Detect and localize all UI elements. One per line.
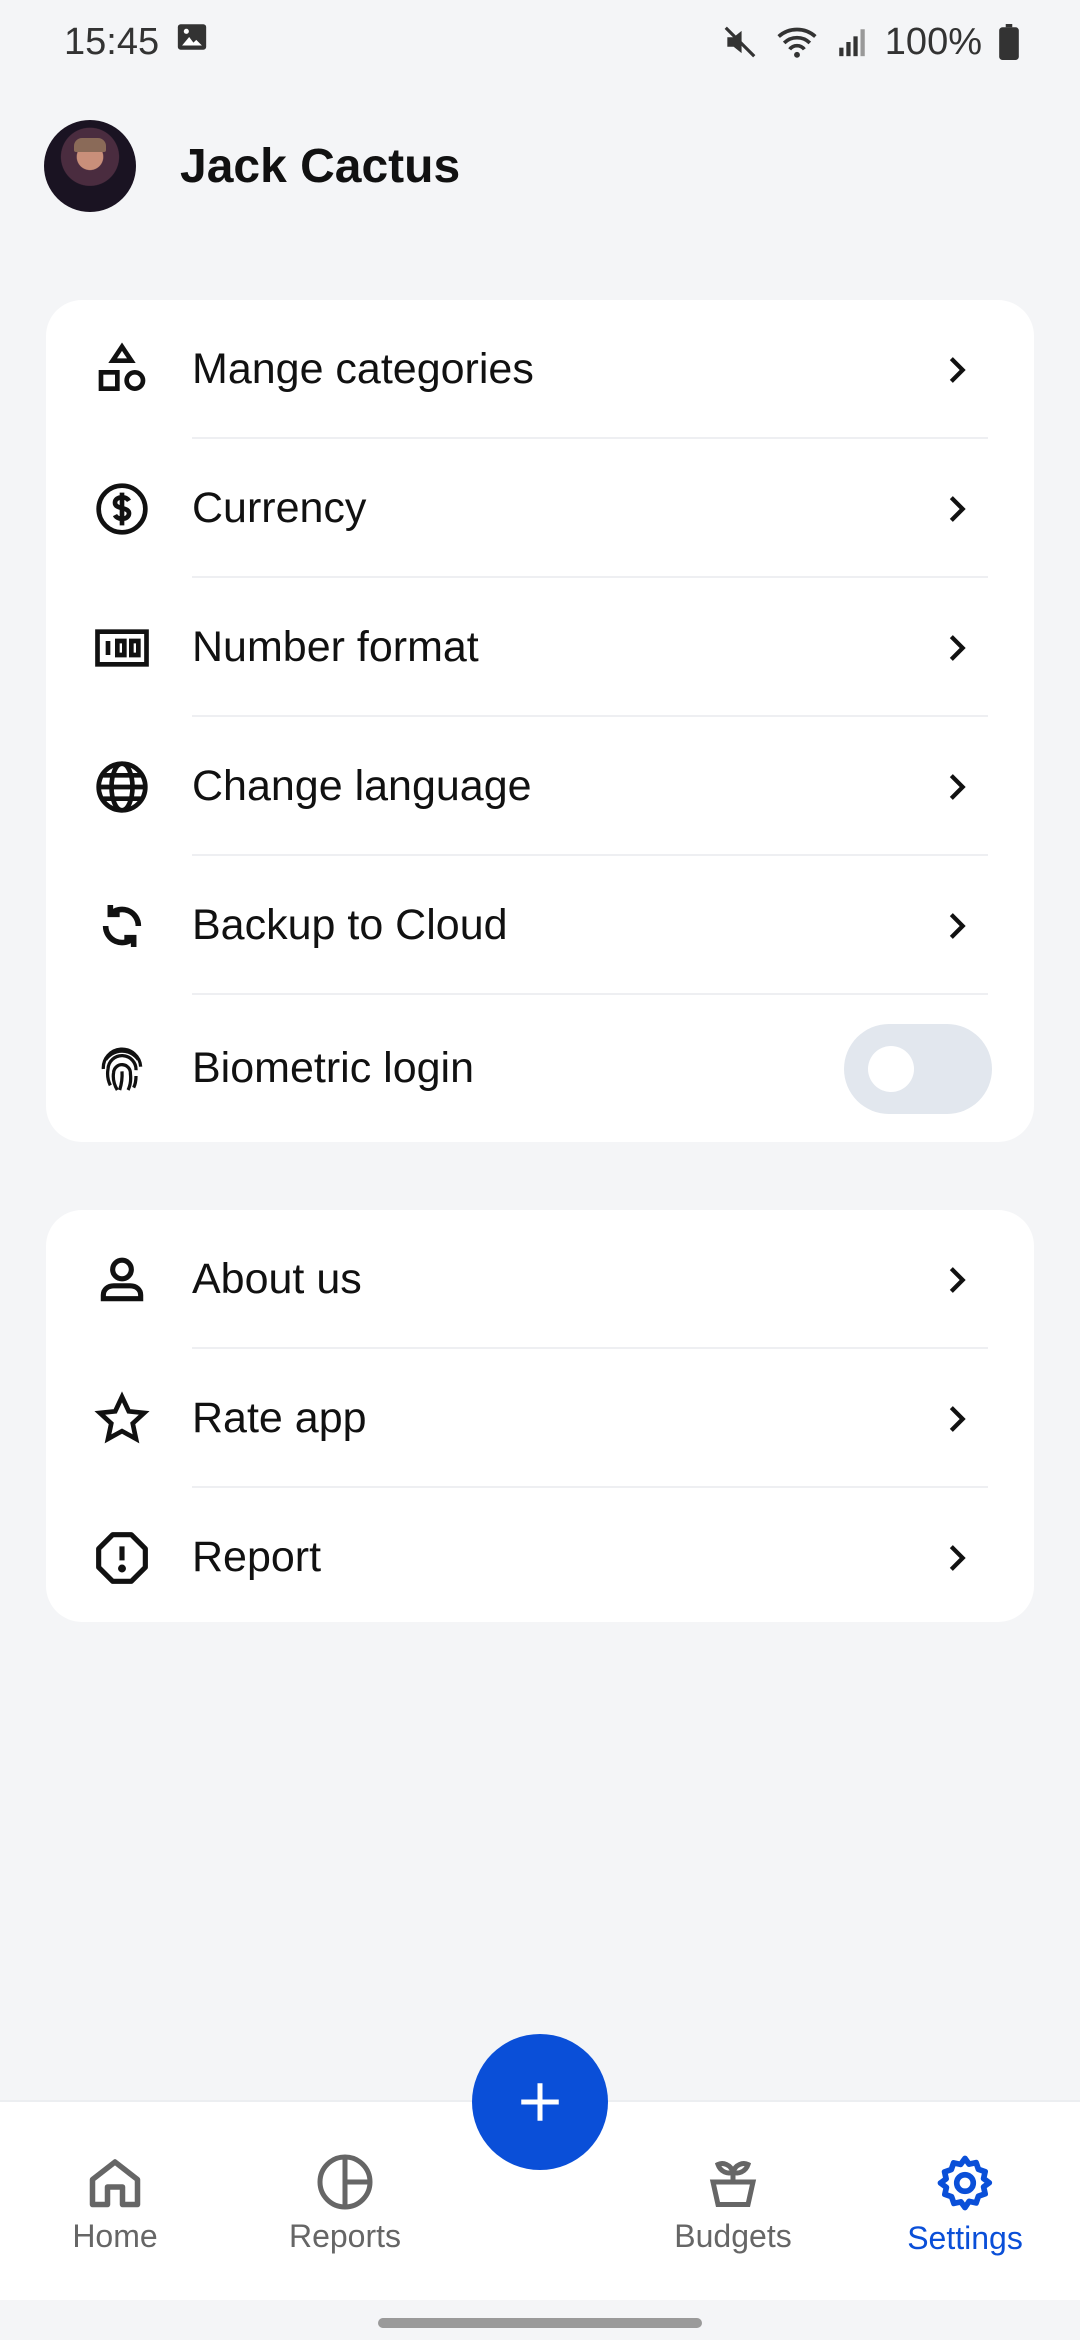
chevron-right-icon (949, 634, 966, 661)
toggle-knob (868, 1045, 914, 1092)
settings-item-label: Rate app (192, 1394, 367, 1442)
fingerprint-icon (94, 1041, 150, 1097)
settings-item-label: Report (192, 1533, 322, 1581)
battery-icon (998, 24, 1020, 60)
nav-label: Budgets (674, 2218, 792, 2254)
chevron-right-icon (949, 1544, 966, 1571)
gear-icon (937, 2155, 993, 2211)
settings-item-label: Mange categories (192, 345, 534, 393)
settings-item-biometric-login: Biometric login (46, 995, 1034, 1142)
nav-item-budgets[interactable]: Budgets (643, 2152, 823, 2255)
settings-card-general: Mange categories Currency Number format … (46, 300, 1034, 1142)
shapes-icon (94, 341, 150, 398)
star-icon (94, 1390, 150, 1447)
pie-chart-icon (317, 2154, 373, 2210)
settings-item-label: Biometric login (192, 1044, 474, 1092)
system-gesture-area (0, 2300, 1080, 2340)
settings-item-label: About us (192, 1255, 362, 1303)
user-icon (94, 1252, 150, 1308)
chevron-right-icon (949, 356, 966, 383)
status-bar: 15:45 100% (0, 0, 1080, 84)
chevron-right-icon (949, 773, 966, 800)
settings-card-about: About us Rate app Report (46, 1210, 1034, 1622)
settings-item-label: Number format (192, 623, 479, 671)
home-icon (89, 2159, 141, 2208)
settings-item-currency[interactable]: Currency (46, 439, 1034, 578)
signal-icon (835, 25, 869, 59)
chevron-right-icon (949, 1266, 966, 1293)
settings-item-number-format[interactable]: Number format (46, 578, 1034, 717)
settings-item-rate-app[interactable]: Rate app (46, 1349, 1034, 1488)
wifi-icon (775, 23, 819, 61)
avatar[interactable] (44, 120, 136, 212)
settings-item-backup-cloud[interactable]: Backup to Cloud (46, 856, 1034, 995)
nav-label: Reports (288, 2218, 402, 2254)
mute-icon (721, 23, 759, 61)
user-name: Jack Cactus (180, 139, 461, 193)
plus-icon (521, 2083, 559, 2121)
nav-label: Settings (907, 2220, 1023, 2256)
status-time: 15:45 (64, 20, 160, 63)
chevron-right-icon (949, 495, 966, 522)
dollar-circle-icon (94, 481, 150, 537)
image-icon (175, 20, 209, 64)
settings-item-label: Backup to Cloud (192, 901, 508, 949)
gesture-bar[interactable] (378, 2318, 702, 2328)
nav-item-settings[interactable]: Settings (875, 2152, 1055, 2257)
settings-item-label: Change language (192, 762, 532, 810)
sync-icon (94, 898, 150, 954)
chevron-right-icon (949, 912, 966, 939)
biometric-login-toggle[interactable] (844, 1023, 992, 1114)
number-format-icon (94, 620, 150, 676)
nav-label: Home (72, 2218, 158, 2254)
settings-item-change-language[interactable]: Change language (46, 717, 1034, 856)
profile-header[interactable]: Jack Cactus (44, 118, 460, 214)
globe-icon (94, 759, 150, 815)
settings-item-manage-categories[interactable]: Mange categories (46, 300, 1034, 439)
settings-item-label: Currency (192, 484, 367, 532)
settings-item-report[interactable]: Report (46, 1488, 1034, 1622)
chevron-right-icon (949, 1405, 966, 1432)
alert-octagon-icon (94, 1530, 150, 1586)
nav-item-home[interactable]: Home (25, 2152, 205, 2255)
add-transaction-fab[interactable] (472, 2034, 608, 2170)
settings-item-about-us[interactable]: About us (46, 1210, 1034, 1349)
nav-item-reports[interactable]: Reports (255, 2152, 435, 2255)
plant-pot-icon (709, 2161, 757, 2207)
battery-label: 100% (884, 20, 982, 63)
